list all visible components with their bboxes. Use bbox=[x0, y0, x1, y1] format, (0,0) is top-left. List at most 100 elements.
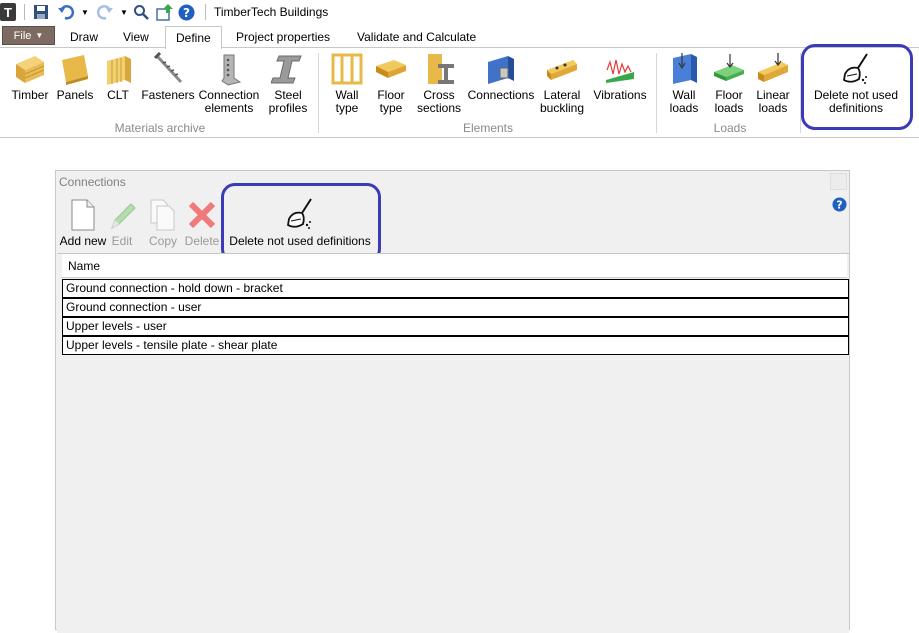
app-logo-icon: T bbox=[0, 3, 16, 21]
delete-button[interactable]: Delete bbox=[183, 198, 221, 248]
svg-text:?: ? bbox=[183, 6, 190, 20]
quick-access-separator bbox=[24, 4, 25, 20]
fasteners-button[interactable]: Fasteners bbox=[140, 51, 196, 102]
copy-icon bbox=[148, 198, 178, 232]
steel-profiles-label-2: profiles bbox=[268, 101, 308, 115]
wall-loads-button[interactable]: Wall loads bbox=[664, 51, 704, 115]
svg-text:?: ? bbox=[836, 199, 842, 212]
undo-dropdown-icon[interactable]: ▼ bbox=[80, 3, 90, 21]
dialog-title: Connections bbox=[59, 175, 126, 189]
connection-elements-button[interactable]: Connection elements bbox=[197, 51, 261, 115]
new-document-icon bbox=[68, 198, 98, 232]
add-new-label: Add new bbox=[59, 234, 107, 248]
wall-load-icon bbox=[666, 51, 702, 87]
table-row[interactable]: Upper levels - tensile plate - shear pla… bbox=[62, 336, 849, 355]
tab-validate-and-calculate[interactable]: Validate and Calculate bbox=[347, 26, 486, 48]
group-separator bbox=[656, 53, 657, 133]
connections-label: Connections bbox=[467, 88, 535, 102]
save-icon[interactable] bbox=[32, 3, 50, 21]
group-separator bbox=[318, 53, 319, 133]
steel-profiles-button[interactable]: Steel profiles bbox=[265, 51, 311, 115]
wall-frame-icon bbox=[329, 51, 365, 87]
floor-loads-button[interactable]: Floor loads bbox=[708, 51, 750, 115]
connections-icon bbox=[483, 51, 519, 87]
pencil-icon bbox=[107, 198, 137, 232]
table-row[interactable]: Upper levels - user bbox=[62, 317, 849, 336]
tab-draw[interactable]: Draw bbox=[60, 26, 108, 48]
redo-dropdown-icon[interactable]: ▼ bbox=[119, 3, 129, 21]
panels-icon bbox=[57, 51, 93, 87]
floor-icon bbox=[373, 51, 409, 87]
chevron-down-icon: ▼ bbox=[35, 31, 44, 40]
column-header-name[interactable]: Name bbox=[62, 254, 847, 278]
copy-button[interactable]: Copy bbox=[146, 198, 180, 248]
export-icon[interactable] bbox=[155, 3, 175, 21]
edit-button[interactable]: Edit bbox=[106, 198, 138, 248]
delete-unused-definitions-toolbar-button[interactable]: Delete not used definitions bbox=[226, 195, 374, 248]
lateral-buckling-button[interactable]: Lateral buckling bbox=[538, 51, 586, 115]
lateral-buckling-label-2: buckling bbox=[539, 101, 585, 115]
delete-unused-toolbar-label: Delete not used definitions bbox=[229, 234, 371, 248]
broom-icon bbox=[282, 195, 318, 232]
wall-type-button[interactable]: Wall type bbox=[327, 51, 367, 115]
floor-loads-label-2: loads bbox=[714, 101, 744, 115]
floor-type-label-2: type bbox=[379, 101, 403, 115]
bracket-icon bbox=[211, 51, 247, 87]
wall-type-label-2: type bbox=[335, 101, 359, 115]
linear-load-icon bbox=[755, 51, 791, 87]
help-icon[interactable]: ? bbox=[177, 3, 195, 21]
clt-button[interactable]: CLT bbox=[100, 51, 136, 102]
group-label-elements: Elements bbox=[462, 121, 514, 135]
tab-define[interactable]: Define bbox=[165, 26, 222, 49]
table-row[interactable]: Ground connection - user bbox=[62, 298, 849, 317]
cross-sections-label-2: sections bbox=[416, 101, 462, 115]
steel-beam-icon bbox=[270, 51, 306, 87]
vibrations-label: Vibrations bbox=[593, 88, 647, 102]
panels-button[interactable]: Panels bbox=[55, 51, 95, 102]
cross-sections-button[interactable]: Cross sections bbox=[414, 51, 464, 115]
vibrations-icon bbox=[602, 51, 638, 87]
fasteners-label: Fasteners bbox=[141, 88, 195, 102]
tab-project-properties[interactable]: Project properties bbox=[226, 26, 340, 48]
delete-label: Delete bbox=[184, 234, 220, 248]
edit-label: Edit bbox=[111, 234, 133, 248]
panels-label: Panels bbox=[56, 88, 94, 102]
connections-button[interactable]: Connections bbox=[466, 51, 536, 102]
clt-label: CLT bbox=[107, 88, 129, 102]
linear-loads-label-2: loads bbox=[758, 101, 788, 115]
table-row[interactable]: Ground connection - hold down - bracket bbox=[62, 279, 849, 298]
title-bar: T ▼ ▼ ? TimberTech Buildings bbox=[0, 0, 919, 24]
linear-loads-button[interactable]: Linear loads bbox=[752, 51, 794, 115]
ribbon: Timber Panels CLT Fasteners Connection e… bbox=[0, 44, 919, 138]
redo-icon[interactable] bbox=[95, 3, 115, 21]
delete-unused-definitions-button[interactable]: Delete not used definitions bbox=[809, 51, 903, 115]
tab-file[interactable]: File ▼ bbox=[2, 26, 55, 45]
tab-view[interactable]: View bbox=[113, 26, 159, 48]
add-new-button[interactable]: Add new bbox=[58, 198, 108, 248]
lateral-buckling-icon bbox=[544, 51, 580, 87]
screw-icon bbox=[150, 51, 186, 87]
connections-dialog: Connections ? Add new Edit Copy Delete D… bbox=[55, 170, 850, 633]
help-icon[interactable]: ? bbox=[832, 197, 847, 212]
clt-icon bbox=[100, 51, 136, 87]
floor-type-button[interactable]: Floor type bbox=[371, 51, 411, 115]
vibrations-button[interactable]: Vibrations bbox=[590, 51, 650, 102]
group-label-materials-archive: Materials archive bbox=[114, 121, 206, 135]
timber-button[interactable]: Timber bbox=[10, 51, 50, 102]
wall-loads-label-2: loads bbox=[669, 101, 699, 115]
undo-icon[interactable] bbox=[56, 3, 76, 21]
ribbon-tab-row: File ▼ Draw View Define Project properti… bbox=[0, 25, 919, 49]
close-button[interactable] bbox=[830, 173, 847, 190]
copy-label: Copy bbox=[148, 234, 177, 248]
quick-access-separator bbox=[205, 4, 206, 20]
group-label-loads: Loads bbox=[713, 121, 747, 135]
delete-x-icon bbox=[187, 198, 217, 232]
zoom-icon[interactable] bbox=[132, 3, 150, 21]
floor-load-icon bbox=[711, 51, 747, 87]
connections-table: Name Ground connection - hold down - bra… bbox=[57, 253, 849, 633]
broom-icon bbox=[838, 51, 874, 87]
delete-unused-label-2: definitions bbox=[828, 101, 884, 115]
cross-section-icon bbox=[421, 51, 457, 87]
app-title: TimberTech Buildings bbox=[214, 5, 329, 19]
connection-elements-label-2: elements bbox=[204, 101, 254, 115]
